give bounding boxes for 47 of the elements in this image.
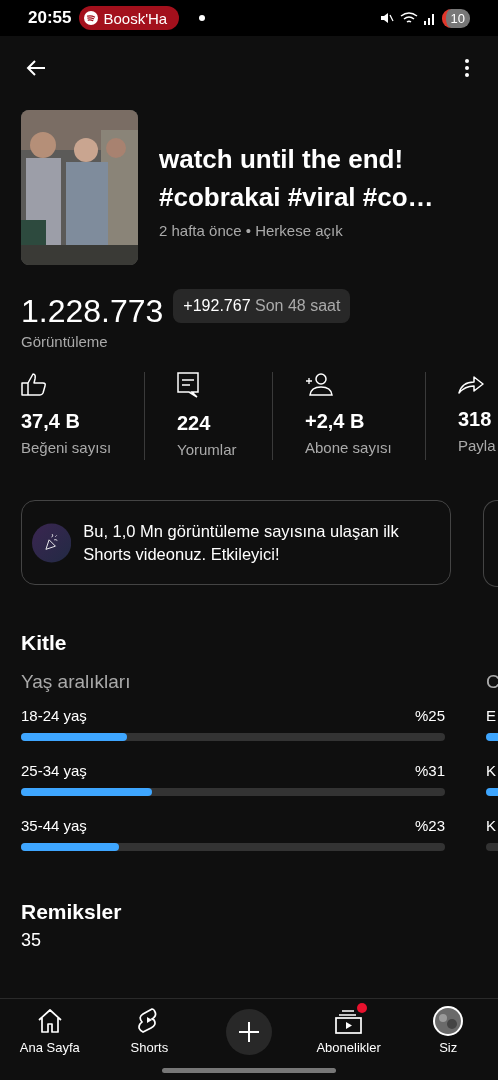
music-icon <box>84 11 99 25</box>
view-label: Görüntüleme <box>21 333 109 350</box>
thumbs-up-icon[interactable] <box>21 372 47 396</box>
wifi-icon <box>399 11 418 25</box>
age-label: 18-24 yaş <box>21 707 87 724</box>
stat-label: Beğeni sayısı <box>21 439 112 456</box>
comment-icon[interactable] <box>177 372 199 398</box>
you-tab[interactable]: Siz <box>432 1005 465 1080</box>
subscriptions-tab[interactable]: Abonelikler <box>316 1005 381 1080</box>
row-label: E <box>486 707 496 724</box>
create-button[interactable] <box>226 1009 272 1055</box>
age-percent: %25 <box>414 707 445 724</box>
row-label: K <box>486 817 496 834</box>
stat-label: Yorumlar <box>177 441 237 458</box>
age-percent: %31 <box>414 762 445 779</box>
age-label: 35-44 yaş <box>21 817 87 834</box>
row-label: K <box>486 762 496 779</box>
plus-icon <box>237 1020 261 1044</box>
media-chip[interactable]: Boosk'Ha <box>79 6 180 30</box>
section-title: Remiksler <box>20 899 123 924</box>
add-person-icon[interactable] <box>305 372 333 396</box>
view-delta-chip: +192.767 Son 48 saat <box>173 289 351 323</box>
subscriptions-icon <box>333 1007 364 1035</box>
video-title: watch until the end! #cobrakai #viral #co… <box>159 143 435 214</box>
stat-value: 37,4 B <box>21 410 80 433</box>
age-label: 25-34 yaş <box>21 762 87 779</box>
avatar <box>432 1005 465 1037</box>
age-ranges-title: Yaş aralıkları <box>21 671 132 693</box>
milestone-text: Bu, 1,0 Mn görüntüleme sayısına ulaşan ilk Shorts videonuz. Etkileyici! <box>83 520 400 565</box>
shorts-tab[interactable]: Shorts <box>130 1005 169 1080</box>
video-meta: 2 hafta önce • Herkese açık <box>159 222 344 239</box>
more-icon[interactable] <box>464 58 470 78</box>
battery-indicator: 10 <box>441 8 470 28</box>
section-title: Kitle <box>20 630 68 655</box>
stat-label: Abone sayısı <box>305 439 392 456</box>
dot-icon <box>199 15 206 21</box>
status-time: 20:55 <box>28 8 72 28</box>
view-count: 1.228.773 <box>21 293 164 329</box>
stat-label: Payla <box>458 437 496 454</box>
stat-value: 318 <box>458 408 492 431</box>
stat-value: +2,4 B <box>305 410 365 433</box>
mute-icon <box>379 11 394 25</box>
stat-value: 224 <box>177 412 211 435</box>
remix-count: 35 <box>21 930 42 950</box>
signal-icon <box>423 11 436 25</box>
age-percent: %23 <box>414 817 445 834</box>
home-tab[interactable]: Ana Sayfa <box>19 1005 80 1080</box>
